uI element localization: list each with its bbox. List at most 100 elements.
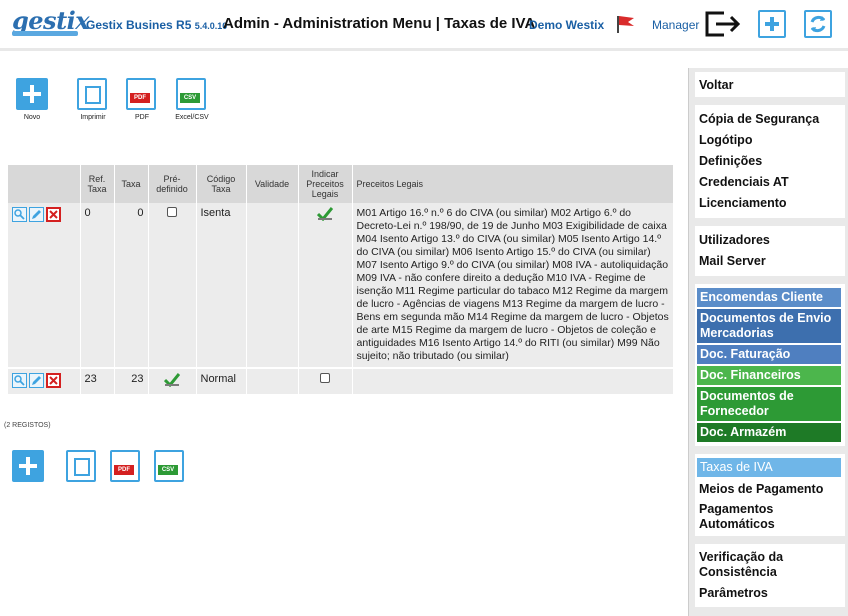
cell-legal: M01 Artigo 16.º n.º 6 do CIVA (ou simila… <box>352 203 674 369</box>
sidebar-group-users: Utilizadores Mail Server <box>695 226 845 276</box>
logo-underline <box>12 31 78 36</box>
cell-validity <box>246 203 299 369</box>
check-icon <box>164 373 180 387</box>
row-actions <box>8 203 81 369</box>
new-label: Novo <box>23 114 41 121</box>
pdf-button[interactable]: PDF PDF <box>126 78 158 121</box>
sidebar-group-maintenance: Verificação da Consistência Parâmetros <box>695 544 845 607</box>
check-icon <box>317 207 333 221</box>
cell-code: Isenta <box>196 203 247 369</box>
header-divider <box>0 48 848 51</box>
print-button[interactable]: Imprimir <box>76 78 110 121</box>
csv-badge: CSV <box>180 93 200 103</box>
table-row: 23 23 Normal <box>8 368 674 396</box>
delete-icon[interactable] <box>46 207 61 222</box>
view-icon[interactable] <box>12 373 27 388</box>
pdf-button-bottom[interactable]: PDF <box>110 450 142 482</box>
header-actions <box>8 165 81 203</box>
header-indicate[interactable]: Indicar Preceitos Legais <box>298 165 353 203</box>
sidebar-group-documents: Encomendas Cliente Documentos de Envio M… <box>695 284 845 446</box>
company-link[interactable]: Demo Westix <box>529 18 604 32</box>
pdf-badge: PDF <box>114 465 134 475</box>
header-legal[interactable]: Preceitos Legais <box>352 165 674 203</box>
csv-button-bottom[interactable]: CSV <box>154 450 186 482</box>
edit-icon[interactable] <box>29 373 44 388</box>
excel-csv-label: Excel/CSV <box>175 114 209 121</box>
sidebar-item-warehouse-docs[interactable]: Doc. Armazém <box>697 423 841 442</box>
indicate-checkbox[interactable] <box>320 373 330 383</box>
sidebar-item-backup[interactable]: Cópia de Segurança <box>695 109 845 130</box>
table-header-row: Ref. Taxa Taxa Pré-definido Código Taxa … <box>8 165 674 203</box>
new-button[interactable]: Novo <box>16 78 48 121</box>
user-role[interactable]: Manager <box>652 18 699 32</box>
sidebar-item-back[interactable]: Voltar <box>695 78 845 93</box>
records-count: (2 REGISTOS) <box>4 422 51 429</box>
header-ref[interactable]: Ref. Taxa <box>80 165 115 203</box>
view-icon[interactable] <box>12 207 27 222</box>
page-title: Admin - Administration Menu | Taxas de I… <box>223 15 536 32</box>
app-name: Gestix Busines R5 5.4.0.10 <box>86 18 227 32</box>
header-taxa[interactable]: Taxa <box>114 165 149 203</box>
sidebar-item-supplier-docs[interactable]: Documentos de Fornecedor <box>697 387 841 421</box>
app-name-text: Gestix Busines R5 <box>86 18 192 32</box>
cell-ref: 23 <box>80 368 115 396</box>
cell-indicate <box>298 368 353 396</box>
plus-icon <box>12 450 44 482</box>
print-label: Imprimir <box>80 114 106 121</box>
sidebar-item-settings[interactable]: Definições <box>695 151 845 172</box>
cell-default <box>148 203 197 369</box>
new-window-icon[interactable] <box>758 10 786 38</box>
flag-icon[interactable] <box>614 14 636 34</box>
sidebar-item-automatic-payments[interactable]: Pagamentos Automáticos <box>695 502 845 532</box>
sidebar-item-invoicing-docs[interactable]: Doc. Faturação <box>697 345 841 364</box>
sidebar-item-parameters[interactable]: Parâmetros <box>695 586 845 601</box>
sidebar-item-at-credentials[interactable]: Credenciais AT <box>695 172 845 193</box>
sidebar-item-payment-methods[interactable]: Meios de Pagamento <box>695 479 845 500</box>
header-default[interactable]: Pré-definido <box>148 165 197 203</box>
sidebar-group-system: Cópia de Segurança Logótipo Definições C… <box>695 105 845 218</box>
sidebar-item-mail-server[interactable]: Mail Server <box>695 251 845 272</box>
csv-icon: CSV <box>176 78 206 110</box>
vat-rates-table: Ref. Taxa Taxa Pré-definido Código Taxa … <box>8 165 674 396</box>
cell-default <box>148 368 197 396</box>
default-checkbox[interactable] <box>167 207 177 217</box>
print-button-bottom[interactable] <box>66 450 98 482</box>
csv-badge: CSV <box>158 465 178 475</box>
new-button-bottom[interactable] <box>12 450 44 482</box>
logout-icon[interactable] <box>704 10 742 38</box>
printer-icon <box>77 78 107 110</box>
excel-csv-button[interactable]: CSV Excel/CSV <box>172 78 212 121</box>
plus-icon <box>16 78 48 110</box>
edit-icon[interactable] <box>29 207 44 222</box>
sidebar-item-financial-docs[interactable]: Doc. Financeiros <box>697 366 841 385</box>
sidebar-group-payments: Taxas de IVA Meios de Pagamento Pagament… <box>695 454 845 536</box>
sidebar-item-shipping-documents[interactable]: Documentos de Envio Mercadorias <box>697 309 841 343</box>
sidebar-item-users[interactable]: Utilizadores <box>695 230 845 251</box>
cell-ref: 0 <box>80 203 115 369</box>
refresh-icon[interactable] <box>804 10 832 38</box>
sidebar-item-licensing[interactable]: Licenciamento <box>695 193 845 214</box>
sidebar-item-consistency-check[interactable]: Verificação da Consistência <box>695 550 845 580</box>
sidebar-item-customer-orders[interactable]: Encomendas Cliente <box>697 288 841 307</box>
cell-taxa: 0 <box>114 203 149 369</box>
app-header: gestix Gestix Busines R5 5.4.0.10 Admin … <box>0 0 848 51</box>
csv-icon: CSV <box>154 450 184 482</box>
cell-taxa: 23 <box>114 368 149 396</box>
pdf-icon: PDF <box>126 78 156 110</box>
delete-icon[interactable] <box>46 373 61 388</box>
pdf-icon: PDF <box>110 450 140 482</box>
row-actions <box>8 368 81 396</box>
admin-sidebar: Voltar Cópia de Segurança Logótipo Defin… <box>688 68 848 616</box>
printer-icon <box>66 450 96 482</box>
cell-legal <box>352 368 674 396</box>
table-row: 0 0 Isenta M01 Artigo 16.º n.º 6 do CIVA… <box>8 203 674 369</box>
sidebar-group-back: Voltar <box>695 72 845 97</box>
header-code[interactable]: Código Taxa <box>196 165 247 203</box>
cell-indicate <box>298 203 353 369</box>
pdf-badge: PDF <box>130 93 150 103</box>
sidebar-item-vat-rates-active[interactable]: Taxas de IVA <box>697 458 841 477</box>
sidebar-item-logo[interactable]: Logótipo <box>695 130 845 151</box>
pdf-label: PDF <box>135 114 149 121</box>
header-validity[interactable]: Validade <box>246 165 299 203</box>
cell-validity <box>246 368 299 396</box>
